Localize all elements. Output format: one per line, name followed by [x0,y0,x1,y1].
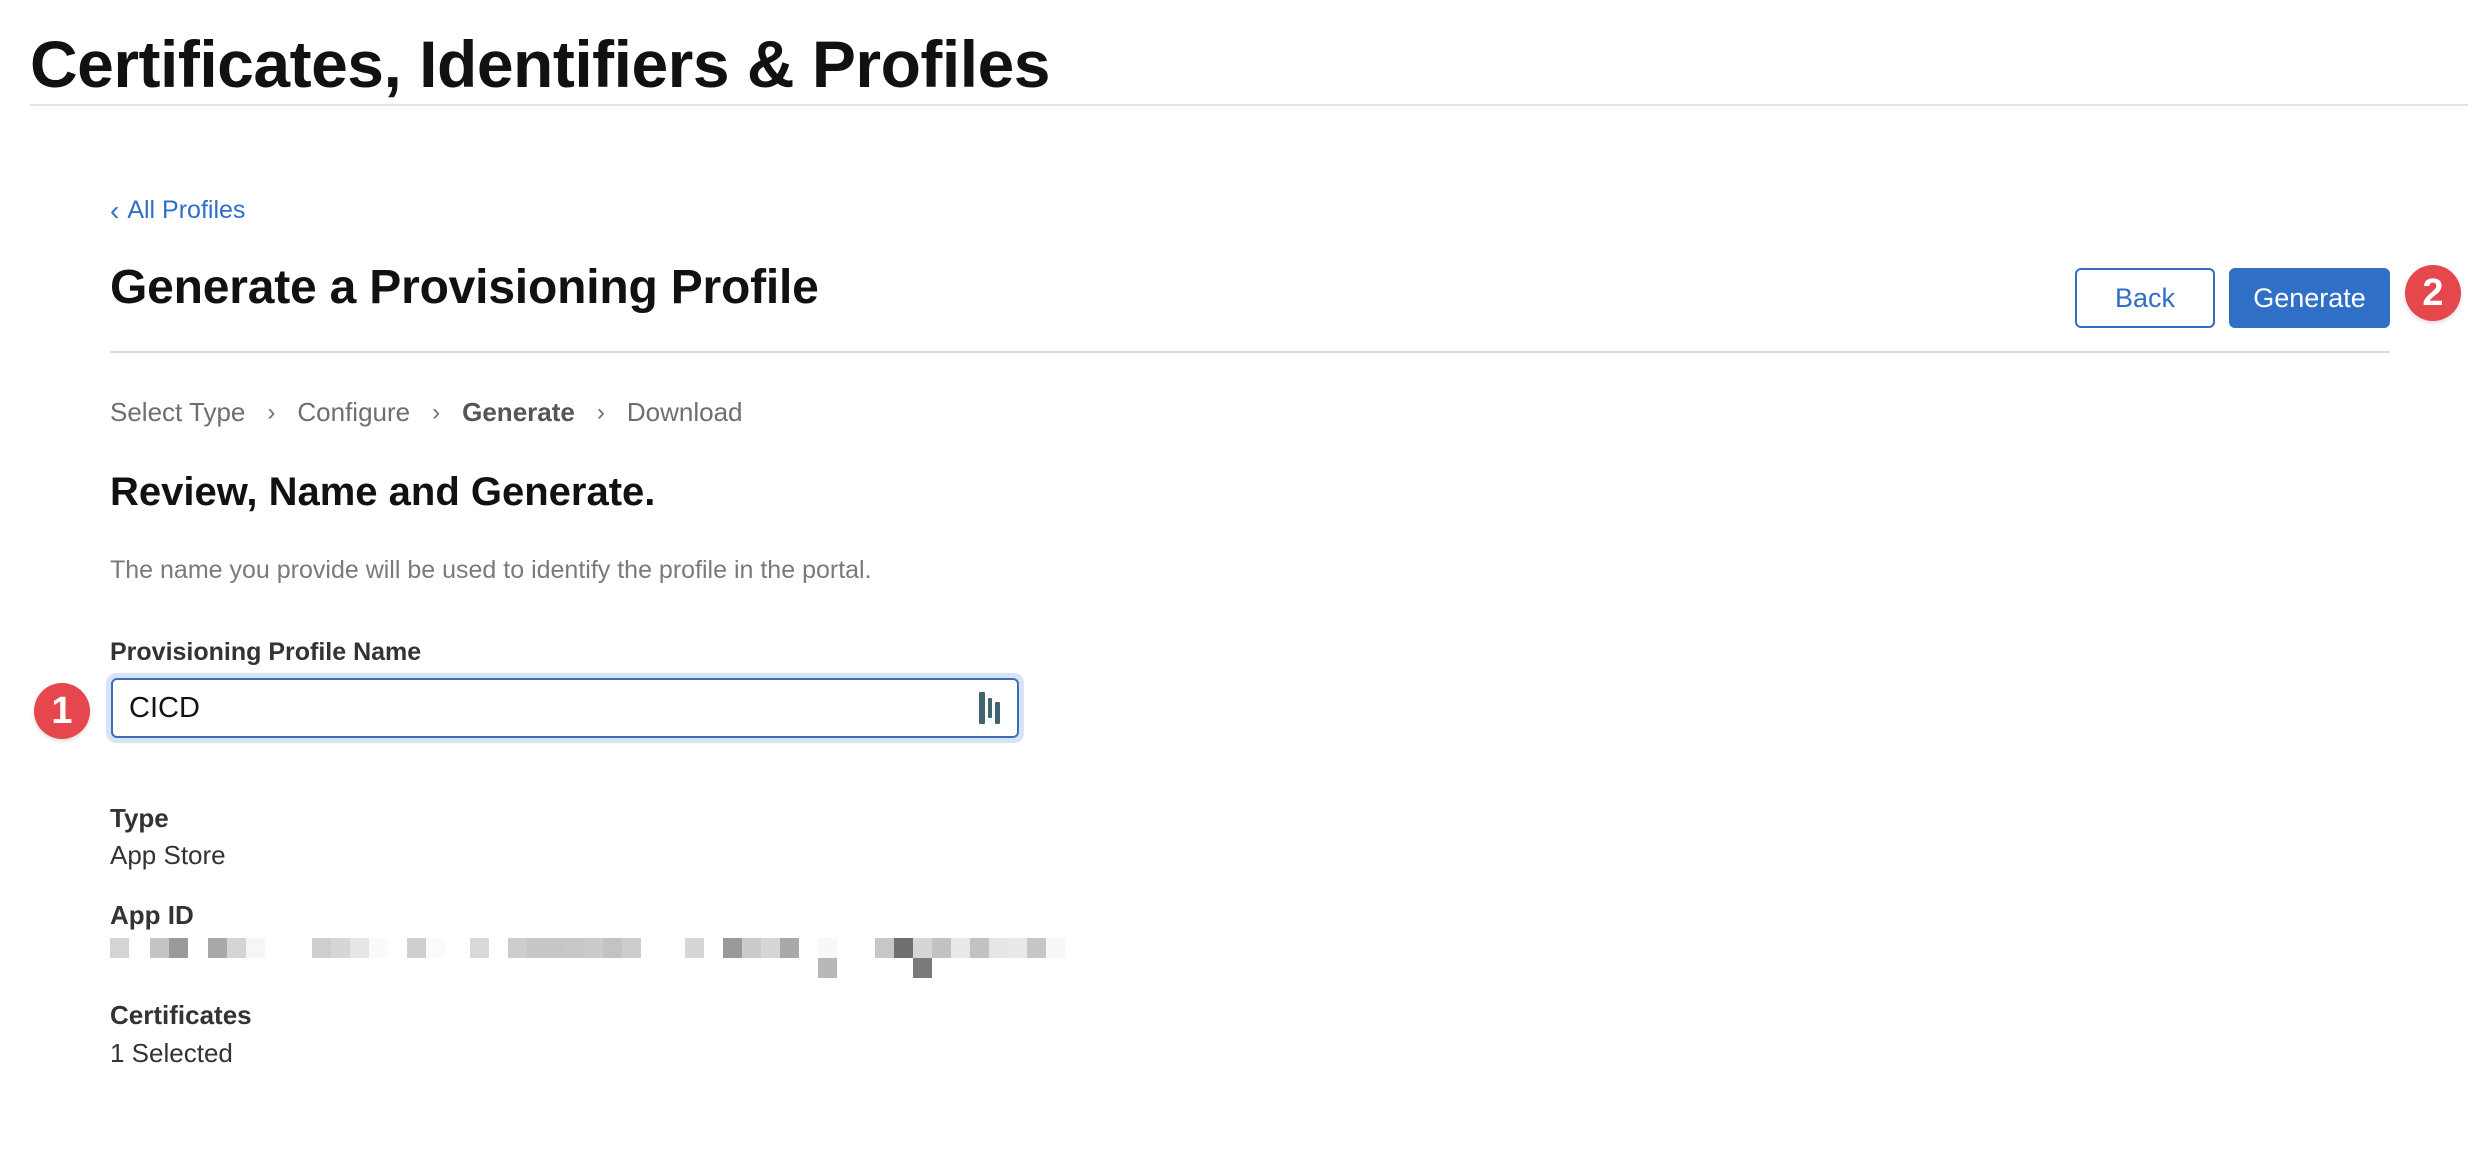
annotation-badge-2: 2 [2405,265,2461,321]
redaction-pixel [527,938,546,958]
redaction-pixel [818,938,837,958]
chevron-right-icon: › [432,398,441,426]
redaction-pixel [246,938,265,958]
app-title: Certificates, Identifiers & Profiles [30,27,1051,101]
redaction-pixel [622,938,641,958]
redaction-pixel [780,938,799,958]
redaction-pixel [150,938,169,958]
redaction-pixel [603,938,622,958]
redaction-pixel [546,938,565,958]
redaction-pixel [723,938,742,958]
redaction-pixel [1027,938,1046,958]
redaction-pixel [350,938,369,958]
profile-name-field[interactable] [111,678,1019,738]
redaction-pixel [685,938,704,958]
redaction-pixel [932,938,951,958]
redaction-pixel [426,938,445,958]
redaction-pixel [913,938,932,958]
redaction-pixel [742,938,761,958]
redaction-pixel [470,938,489,958]
certificates-value: 1 Selected [110,1038,233,1068]
app-id-value-redacted [110,938,1070,978]
profile-name-label: Provisioning Profile Name [110,638,422,666]
chevron-left-icon: ‹ [110,194,120,226]
back-button[interactable]: Back [2075,268,2215,328]
profile-name-focus-ring [106,673,1024,743]
step-configure: Configure [297,397,411,427]
redaction-pixel [951,938,970,958]
all-profiles-link[interactable]: ‹ All Profiles [110,196,245,225]
redaction-pixel [369,938,388,958]
step-breadcrumb: Select Type › Configure › Generate › Dow… [110,397,743,428]
all-profiles-link-label: All Profiles [127,196,246,224]
redaction-pixel [761,938,780,958]
redaction-pixel [227,938,246,958]
redaction-pixel [508,938,527,958]
password-manager-icon[interactable] [979,692,1001,724]
redaction-pixel [584,938,603,958]
redaction-pixel [331,938,350,958]
section-divider [110,351,2390,353]
redaction-pixel [565,938,584,958]
certificates-label: Certificates [110,1000,252,1030]
generate-button[interactable]: Generate [2229,268,2390,328]
redaction-pixel [894,938,913,958]
redaction-pixel [208,938,227,958]
provisioning-profile-name-input[interactable] [129,691,979,725]
helper-text: The name you provide will be used to ide… [110,556,872,584]
chevron-right-icon: › [267,398,276,426]
step-select-type: Select Type [110,397,246,427]
redaction-pixel [169,938,188,958]
redaction-pixel [818,958,837,978]
annotation-badge-1: 1 [34,683,90,739]
header-divider [30,104,2468,106]
redaction-pixel [407,938,426,958]
redaction-pixel [913,958,932,978]
chevron-right-icon: › [596,398,605,426]
redaction-pixel [312,938,331,958]
step-generate: Generate [462,397,575,427]
redaction-pixel [110,938,129,958]
redaction-pixel [970,938,989,958]
redaction-pixel [989,938,1008,958]
type-value: App Store [110,840,226,870]
redaction-pixel [1008,938,1027,958]
page-actions: Back Generate [2075,268,2390,328]
app-header: Certificates, Identifiers & Profiles [30,22,2478,106]
type-label: Type [110,803,169,833]
redaction-pixel [1046,938,1065,958]
redaction-pixel [875,938,894,958]
app-id-label: App ID [110,900,194,930]
step-download: Download [626,397,743,427]
page-title: Generate a Provisioning Profile [110,261,819,314]
section-title: Review, Name and Generate. [110,470,656,514]
